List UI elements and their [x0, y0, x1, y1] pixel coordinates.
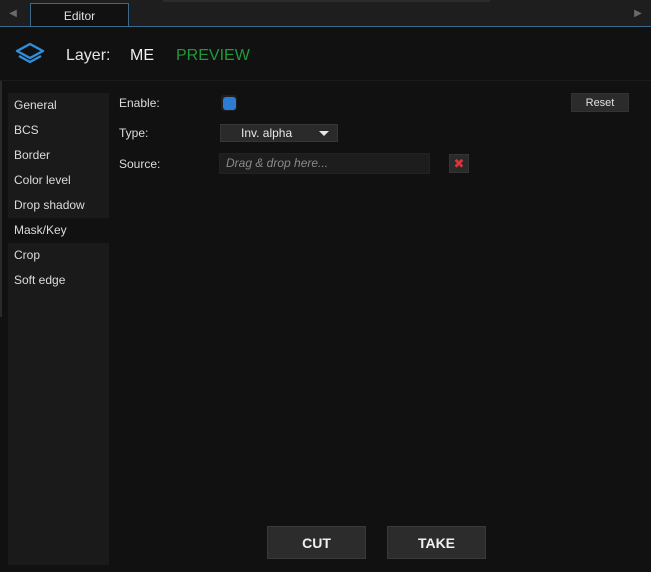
scroll-right-icon[interactable]: ▶	[627, 0, 649, 26]
sidebar-item-crop[interactable]: Crop	[8, 243, 109, 268]
layers-icon	[15, 42, 45, 64]
tab-strip-divider	[163, 0, 490, 2]
sidebar: General BCS Border Color level Drop shad…	[8, 93, 109, 565]
cut-button[interactable]: CUT	[267, 526, 366, 559]
preview-label: PREVIEW	[176, 47, 250, 64]
type-dropdown-value: Inv. alpha	[241, 126, 293, 140]
sidebar-item-mask-key[interactable]: Mask/Key	[8, 218, 109, 243]
sidebar-item-bcs[interactable]: BCS	[8, 118, 109, 143]
layer-label: Layer:	[66, 47, 111, 64]
tab-editor[interactable]: Editor	[30, 3, 129, 27]
sidebar-item-border[interactable]: Border	[8, 143, 109, 168]
take-button[interactable]: TAKE	[387, 526, 486, 559]
close-icon: ✖	[453, 155, 465, 171]
tab-editor-label: Editor	[63, 8, 96, 23]
enable-checkbox[interactable]	[221, 95, 237, 111]
tab-strip: ◀ Editor ▶	[0, 0, 651, 27]
source-label: Source:	[119, 157, 161, 171]
reset-button[interactable]: Reset	[571, 93, 629, 112]
enable-label: Enable:	[119, 96, 160, 110]
sidebar-item-color-level[interactable]: Color level	[8, 168, 109, 193]
checkbox-checked-indicator	[222, 96, 236, 110]
type-label: Type:	[119, 126, 149, 140]
sidebar-item-drop-shadow[interactable]: Drop shadow	[8, 193, 109, 218]
type-dropdown[interactable]: Inv. alpha	[220, 124, 338, 142]
sidebar-item-general[interactable]: General	[8, 93, 109, 118]
chevron-down-icon	[319, 131, 329, 136]
clear-source-button[interactable]: ✖	[449, 154, 469, 173]
editor-header: Layer: ME PREVIEW	[0, 27, 651, 81]
sidebar-item-soft-edge[interactable]: Soft edge	[8, 268, 109, 293]
scroll-left-icon[interactable]: ◀	[2, 0, 24, 26]
layer-name: ME	[130, 47, 154, 64]
source-drop-field[interactable]: Drag & drop here...	[219, 153, 430, 174]
